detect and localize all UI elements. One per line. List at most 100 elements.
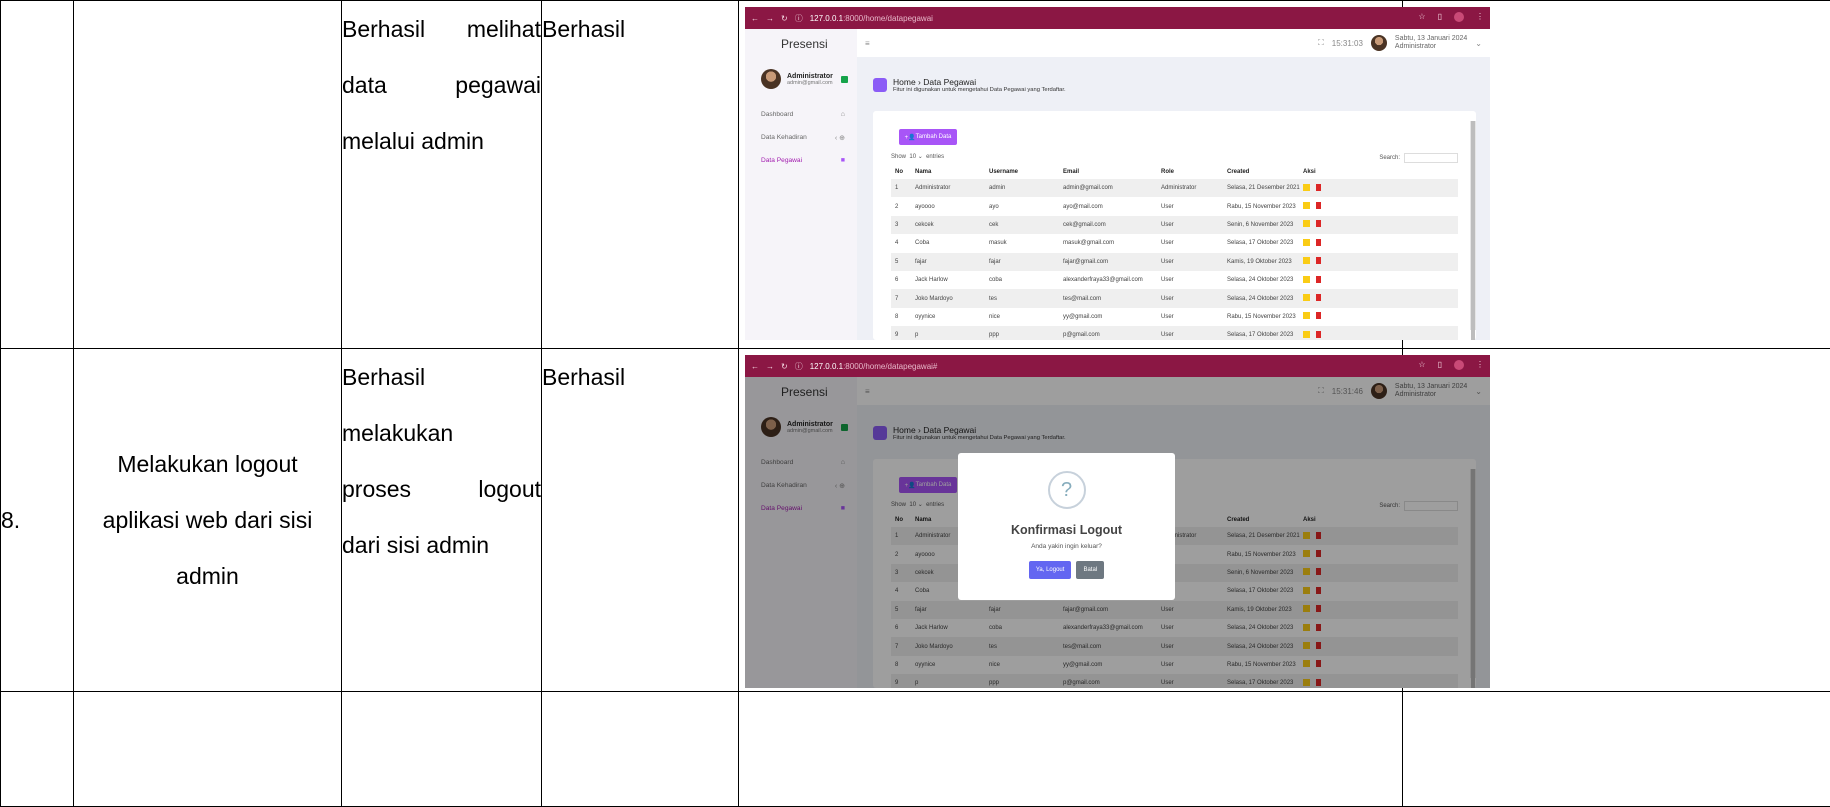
trash-icon[interactable] (1316, 220, 1321, 227)
avatar (761, 69, 781, 89)
table-cell: tes (989, 296, 1063, 302)
column-header[interactable]: Username (989, 169, 1063, 175)
site-info-icon[interactable]: ⓘ (795, 361, 803, 372)
window-controls[interactable] (1454, 12, 1464, 24)
edit-icon[interactable] (1303, 276, 1310, 283)
column-header[interactable]: Email (1063, 169, 1161, 175)
row-actions (1303, 331, 1333, 340)
table-cell: User (1161, 240, 1227, 246)
scenario-line: admin (74, 548, 341, 604)
trash-icon[interactable] (1316, 312, 1321, 319)
extensions-icon[interactable]: ▯ (1438, 12, 1442, 24)
table-cell: Selasa, 24 Oktober 2023 (1227, 296, 1303, 302)
fullscreen-icon[interactable]: ⛶ (1318, 38, 1324, 48)
table-header: NoNamaUsernameEmailRoleCreatedAksi (891, 165, 1458, 179)
trash-icon[interactable] (1316, 257, 1321, 264)
column-header[interactable]: Role (1161, 169, 1227, 175)
edit-icon[interactable] (1303, 294, 1310, 301)
table-cell: Senin, 6 November 2023 (1227, 222, 1303, 228)
trash-icon[interactable] (1316, 202, 1321, 209)
reload-icon[interactable]: ↻ (781, 362, 788, 371)
table-cell: 3 (895, 222, 915, 228)
table-cell: p (915, 332, 989, 338)
edit-icon[interactable] (1303, 312, 1310, 319)
menu-dots-icon[interactable]: ⋮ (1476, 360, 1484, 372)
confirm-logout-button[interactable]: Ya, Logout (1029, 561, 1072, 579)
row-actions (1303, 257, 1333, 266)
table-cell: p@gmail.com (1063, 332, 1161, 338)
breadcrumb: Home › Data Pegawai Fitur ini digunakan … (873, 77, 1066, 93)
browser-toolbar: ← → ↻ ⓘ 127.0.0.1:8000/home/datapegawai … (745, 7, 1490, 29)
search-field[interactable]: Search: (1379, 153, 1458, 163)
trash-icon[interactable] (1316, 294, 1321, 301)
bookmark-star-icon[interactable]: ☆ (1418, 360, 1425, 372)
edit-icon[interactable] (1303, 220, 1310, 227)
cancel-button[interactable]: Batal (1076, 561, 1104, 579)
table-cell: User (1161, 332, 1227, 338)
edit-icon[interactable] (1303, 239, 1310, 246)
search-input[interactable] (1404, 153, 1458, 163)
user-icon: ■ (841, 157, 845, 164)
expected-line: melakukan (342, 405, 541, 461)
brand-title: Presensi (781, 37, 857, 51)
table-cell: ayoooo (915, 204, 989, 210)
table-cell: Selasa, 17 Oktober 2023 (1227, 240, 1303, 246)
forward-icon[interactable]: → (766, 362, 774, 371)
reload-icon[interactable]: ↻ (781, 14, 788, 23)
clock-time: 15:31:03 (1332, 39, 1363, 48)
table-cell: User (1161, 296, 1227, 302)
address-bar[interactable]: 127.0.0.1:8000/home/datapegawai# (810, 362, 938, 371)
row-number-cell (1, 1, 74, 349)
scenario-line: Melakukan logout (74, 436, 341, 492)
edit-icon[interactable] (1303, 184, 1310, 191)
header-avatar[interactable] (1371, 35, 1387, 51)
forward-icon[interactable]: → (766, 14, 774, 23)
user-profile: Administratoradmin@gmail.com (761, 69, 857, 89)
edit-icon[interactable] (1303, 202, 1310, 209)
sidebar-item-data-pegawai[interactable]: Data Pegawai■ (761, 149, 857, 172)
entries-select[interactable]: Show 10 ⌄ entries (891, 153, 944, 160)
table-cell: 5 (895, 259, 915, 265)
trash-icon[interactable] (1316, 331, 1321, 338)
table-row: 4Cobamasukmasuk@gmail.comUserSelasa, 17 … (891, 234, 1458, 252)
expected-line: data pegawai (342, 57, 541, 113)
sidebar-item-dashboard[interactable]: Dashboard⌂ (761, 103, 857, 126)
table-cell: Rabu, 15 November 2023 (1227, 314, 1303, 320)
table-cell: Selasa, 21 Desember 2021 (1227, 185, 1303, 191)
trash-icon[interactable] (1316, 184, 1321, 191)
table-row: 3cekcekcekcek@gmail.comUserSenin, 6 Nove… (891, 216, 1458, 234)
table-cell: 6 (895, 277, 915, 283)
hamburger-menu-icon[interactable]: ≡ (865, 39, 870, 48)
menu-dots-icon[interactable]: ⋮ (1476, 12, 1484, 24)
bookmark-star-icon[interactable]: ☆ (1418, 12, 1425, 24)
header-date: Sabtu, 13 Januari 2024Administrator (1395, 35, 1467, 51)
column-header[interactable]: Created (1227, 169, 1303, 175)
trash-icon[interactable] (1316, 276, 1321, 283)
add-data-button[interactable]: +👤 Tambah Data (899, 129, 957, 145)
scrollbar[interactable] (1470, 121, 1476, 330)
sidebar-item-data-kehadiran[interactable]: Data Kehadiran‹ ⊕ (761, 126, 857, 149)
column-header[interactable]: Nama (915, 169, 989, 175)
site-info-icon[interactable]: ⓘ (795, 13, 803, 24)
row-actions (1303, 202, 1333, 211)
table-cell: User (1161, 259, 1227, 265)
table-cell: fajar (915, 259, 989, 265)
expected-line: dari sisi admin (342, 517, 541, 573)
edit-icon[interactable] (1303, 257, 1310, 264)
column-header[interactable]: No (895, 169, 915, 175)
edit-icon[interactable] (1303, 331, 1310, 338)
table-cell: coba (989, 277, 1063, 283)
window-controls[interactable] (1454, 360, 1464, 372)
back-icon[interactable]: ← (751, 362, 759, 371)
trash-icon[interactable] (1316, 239, 1321, 246)
chevron-down-icon[interactable]: ⌄ (1475, 39, 1482, 48)
top-header: ≡ ⛶ 15:31:03 Sabtu, 13 Januari 2024Admin… (857, 29, 1490, 57)
column-header[interactable]: Aksi (1303, 169, 1333, 175)
table-cell: User (1161, 314, 1227, 320)
screenshot-cell: ← → ↻ ⓘ 127.0.0.1:8000/home/datapegawai … (739, 1, 1403, 349)
actual-result-cell: Berhasil (542, 349, 739, 692)
extensions-icon[interactable]: ▯ (1438, 360, 1442, 372)
app-window: Presensi Administratoradmin@gmail.com Da… (745, 29, 1490, 340)
back-icon[interactable]: ← (751, 14, 759, 23)
address-bar[interactable]: 127.0.0.1:8000/home/datapegawai (810, 14, 933, 23)
